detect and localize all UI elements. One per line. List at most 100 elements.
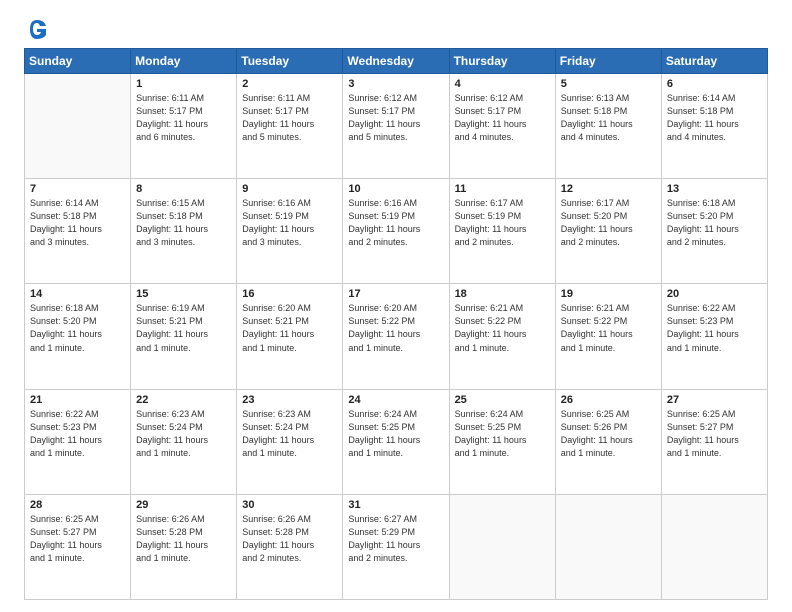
- calendar-cell: [25, 74, 131, 179]
- day-number: 3: [348, 78, 443, 90]
- day-info: Sunrise: 6:18 AM Sunset: 5:20 PM Dayligh…: [667, 197, 762, 249]
- day-number: 8: [136, 183, 231, 195]
- day-number: 4: [455, 78, 550, 90]
- calendar-cell: [555, 494, 661, 599]
- calendar-cell: 5 Sunrise: 6:13 AM Sunset: 5:18 PM Daylig…: [555, 74, 661, 179]
- day-number: 15: [136, 288, 231, 300]
- day-number: 25: [455, 394, 550, 406]
- day-info: Sunrise: 6:14 AM Sunset: 5:18 PM Dayligh…: [30, 197, 125, 249]
- calendar-cell: 31Sunrise: 6:27 AM Sunset: 5:29 PM Dayli…: [343, 494, 449, 599]
- calendar-week-3: 14 Sunrise: 6:18 AM Sunset: 5:20 PM Dayli…: [25, 284, 768, 389]
- day-info: Sunrise: 6:24 AM Sunset: 5:25 PM Dayligh…: [348, 408, 443, 460]
- day-info: Sunrise: 6:25 AM Sunset: 5:26 PM Dayligh…: [561, 408, 656, 460]
- logo-icon: [26, 18, 48, 40]
- calendar-cell: 29 Sunrise: 6:26 AM Sunset: 5:28 PM Dayli…: [131, 494, 237, 599]
- calendar-cell: 19 Sunrise: 6:21 AM Sunset: 5:22 PM Dayli…: [555, 284, 661, 389]
- day-number: 23: [242, 394, 337, 406]
- calendar-cell: 9 Sunrise: 6:16 AM Sunset: 5:19 PM Daylig…: [237, 179, 343, 284]
- calendar-cell: [449, 494, 555, 599]
- calendar-cell: 6 Sunrise: 6:14 AM Sunset: 5:18 PM Daylig…: [661, 74, 767, 179]
- day-info: Sunrise: 6:26 AM Sunset: 5:28 PM Dayligh…: [136, 513, 231, 565]
- day-number: 7: [30, 183, 125, 195]
- day-info: Sunrise: 6:22 AM Sunset: 5:23 PM Dayligh…: [30, 408, 125, 460]
- day-info: Sunrise: 6:25 AM Sunset: 5:27 PM Dayligh…: [30, 513, 125, 565]
- day-info: Sunrise: 6:19 AM Sunset: 5:21 PM Dayligh…: [136, 302, 231, 354]
- day-number: 30: [242, 499, 337, 511]
- logo-text: [24, 18, 48, 40]
- day-info: Sunrise: 6:16 AM Sunset: 5:19 PM Dayligh…: [242, 197, 337, 249]
- calendar-cell: 3 Sunrise: 6:12 AM Sunset: 5:17 PM Daylig…: [343, 74, 449, 179]
- calendar-week-1: 1 Sunrise: 6:11 AM Sunset: 5:17 PM Daylig…: [25, 74, 768, 179]
- calendar-header-thursday: Thursday: [449, 49, 555, 74]
- calendar-header-monday: Monday: [131, 49, 237, 74]
- day-number: 13: [667, 183, 762, 195]
- day-number: 17: [348, 288, 443, 300]
- day-info: Sunrise: 6:16 AM Sunset: 5:19 PM Dayligh…: [348, 197, 443, 249]
- calendar-cell: 2 Sunrise: 6:11 AM Sunset: 5:17 PM Daylig…: [237, 74, 343, 179]
- day-number: 10: [348, 183, 443, 195]
- day-number: 21: [30, 394, 125, 406]
- calendar-cell: 7 Sunrise: 6:14 AM Sunset: 5:18 PM Daylig…: [25, 179, 131, 284]
- header: [24, 18, 768, 40]
- calendar-cell: 14 Sunrise: 6:18 AM Sunset: 5:20 PM Dayli…: [25, 284, 131, 389]
- day-info: Sunrise: 6:25 AM Sunset: 5:27 PM Dayligh…: [667, 408, 762, 460]
- day-info: Sunrise: 6:14 AM Sunset: 5:18 PM Dayligh…: [667, 92, 762, 144]
- calendar-cell: 26 Sunrise: 6:25 AM Sunset: 5:26 PM Dayli…: [555, 389, 661, 494]
- day-number: 6: [667, 78, 762, 90]
- day-number: 22: [136, 394, 231, 406]
- day-info: Sunrise: 6:17 AM Sunset: 5:19 PM Dayligh…: [455, 197, 550, 249]
- calendar-cell: 4 Sunrise: 6:12 AM Sunset: 5:17 PM Daylig…: [449, 74, 555, 179]
- calendar-header-tuesday: Tuesday: [237, 49, 343, 74]
- day-info: Sunrise: 6:12 AM Sunset: 5:17 PM Dayligh…: [455, 92, 550, 144]
- calendar-cell: 23Sunrise: 6:23 AM Sunset: 5:24 PM Dayli…: [237, 389, 343, 494]
- logo: [24, 18, 48, 40]
- day-info: Sunrise: 6:13 AM Sunset: 5:18 PM Dayligh…: [561, 92, 656, 144]
- day-number: 9: [242, 183, 337, 195]
- calendar-cell: 12Sunrise: 6:17 AM Sunset: 5:20 PM Dayli…: [555, 179, 661, 284]
- day-number: 5: [561, 78, 656, 90]
- day-number: 19: [561, 288, 656, 300]
- day-number: 26: [561, 394, 656, 406]
- day-number: 14: [30, 288, 125, 300]
- calendar-cell: [661, 494, 767, 599]
- day-info: Sunrise: 6:26 AM Sunset: 5:28 PM Dayligh…: [242, 513, 337, 565]
- calendar-week-2: 7 Sunrise: 6:14 AM Sunset: 5:18 PM Daylig…: [25, 179, 768, 284]
- calendar-cell: 22 Sunrise: 6:23 AM Sunset: 5:24 PM Dayli…: [131, 389, 237, 494]
- calendar-cell: 20Sunrise: 6:22 AM Sunset: 5:23 PM Dayli…: [661, 284, 767, 389]
- calendar-cell: 1Sunrise: 6:11 AM Sunset: 5:17 PM Daylig…: [131, 74, 237, 179]
- day-info: Sunrise: 6:22 AM Sunset: 5:23 PM Dayligh…: [667, 302, 762, 354]
- day-info: Sunrise: 6:27 AM Sunset: 5:29 PM Dayligh…: [348, 513, 443, 565]
- day-number: 28: [30, 499, 125, 511]
- day-info: Sunrise: 6:12 AM Sunset: 5:17 PM Dayligh…: [348, 92, 443, 144]
- day-info: Sunrise: 6:23 AM Sunset: 5:24 PM Dayligh…: [136, 408, 231, 460]
- day-number: 1: [136, 78, 231, 90]
- day-info: Sunrise: 6:17 AM Sunset: 5:20 PM Dayligh…: [561, 197, 656, 249]
- day-info: Sunrise: 6:20 AM Sunset: 5:21 PM Dayligh…: [242, 302, 337, 354]
- calendar-cell: 11 Sunrise: 6:17 AM Sunset: 5:19 PM Dayli…: [449, 179, 555, 284]
- calendar-cell: 8Sunrise: 6:15 AM Sunset: 5:18 PM Daylig…: [131, 179, 237, 284]
- day-number: 18: [455, 288, 550, 300]
- calendar-header-row: SundayMondayTuesdayWednesdayThursdayFrid…: [25, 49, 768, 74]
- day-info: Sunrise: 6:11 AM Sunset: 5:17 PM Dayligh…: [242, 92, 337, 144]
- calendar-cell: 18Sunrise: 6:21 AM Sunset: 5:22 PM Dayli…: [449, 284, 555, 389]
- calendar-week-4: 21 Sunrise: 6:22 AM Sunset: 5:23 PM Dayli…: [25, 389, 768, 494]
- page: SundayMondayTuesdayWednesdayThursdayFrid…: [0, 0, 792, 612]
- calendar-cell: 15 Sunrise: 6:19 AM Sunset: 5:21 PM Dayli…: [131, 284, 237, 389]
- day-info: Sunrise: 6:18 AM Sunset: 5:20 PM Dayligh…: [30, 302, 125, 354]
- day-number: 2: [242, 78, 337, 90]
- calendar-cell: 10 Sunrise: 6:16 AM Sunset: 5:19 PM Dayli…: [343, 179, 449, 284]
- calendar-table: SundayMondayTuesdayWednesdayThursdayFrid…: [24, 48, 768, 600]
- day-number: 29: [136, 499, 231, 511]
- day-number: 27: [667, 394, 762, 406]
- day-info: Sunrise: 6:21 AM Sunset: 5:22 PM Dayligh…: [561, 302, 656, 354]
- calendar-cell: 21 Sunrise: 6:22 AM Sunset: 5:23 PM Dayli…: [25, 389, 131, 494]
- calendar-cell: 24 Sunrise: 6:24 AM Sunset: 5:25 PM Dayli…: [343, 389, 449, 494]
- calendar-cell: 13 Sunrise: 6:18 AM Sunset: 5:20 PM Dayli…: [661, 179, 767, 284]
- calendar-header-sunday: Sunday: [25, 49, 131, 74]
- calendar-cell: 16Sunrise: 6:20 AM Sunset: 5:21 PM Dayli…: [237, 284, 343, 389]
- calendar-cell: 27 Sunrise: 6:25 AM Sunset: 5:27 PM Dayli…: [661, 389, 767, 494]
- calendar-cell: 28 Sunrise: 6:25 AM Sunset: 5:27 PM Dayli…: [25, 494, 131, 599]
- calendar-cell: 25Sunrise: 6:24 AM Sunset: 5:25 PM Dayli…: [449, 389, 555, 494]
- day-number: 24: [348, 394, 443, 406]
- day-number: 11: [455, 183, 550, 195]
